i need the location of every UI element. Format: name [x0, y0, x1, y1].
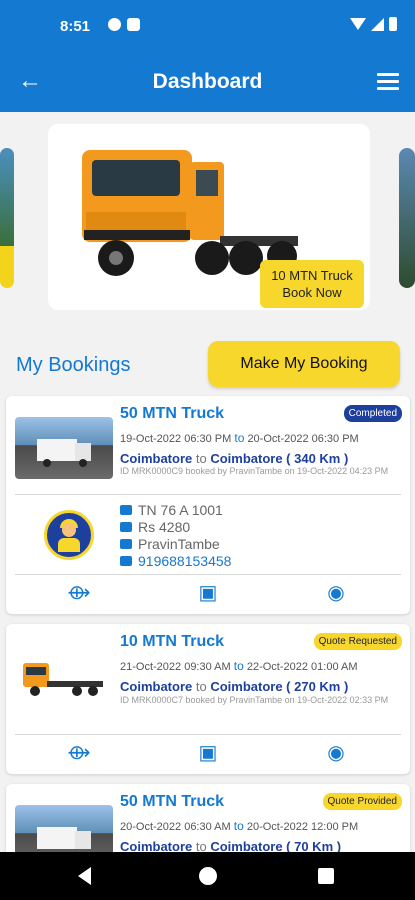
booking-card[interactable]: 10 MTN Truck Quote Requested 21-Oct-2022… [6, 624, 410, 774]
divider [15, 494, 401, 495]
bookings-header: My Bookings Make My Booking [0, 336, 415, 396]
person-icon [120, 539, 132, 549]
system-icons [350, 17, 397, 31]
trip-dates: 20-Oct-2022 06:30 AM to 20-Oct-2022 12:0… [120, 819, 358, 833]
truck-title: 10 MTN Truck [120, 633, 225, 650]
phone-icon [120, 556, 132, 566]
truck-thumbnail [15, 647, 113, 709]
add-image-icon[interactable]: ▣ [193, 578, 223, 608]
to-city: Coimbatore ( 340 Km ) [210, 451, 349, 466]
amount-row: Rs 4280 [120, 519, 190, 535]
booking-card[interactable]: 50 MTN Truck Completed 19-Oct-2022 06:30… [6, 396, 410, 614]
truck-title: 50 MTN Truck [120, 793, 225, 810]
share-icon[interactable]: ⟴ [64, 578, 94, 608]
eye-icon[interactable]: ◉ [321, 578, 351, 608]
truck-thumb-icon [37, 439, 91, 467]
phone-row[interactable]: 919688153458 [120, 553, 231, 569]
card-actions: ⟴ ▣ ◉ [6, 736, 410, 772]
to-date: 20-Oct-2022 06:30 PM [247, 433, 359, 445]
status-badge: Completed [343, 405, 402, 422]
bookings-title: My Bookings [16, 354, 131, 376]
card-actions: ⟴ ▣ ◉ [6, 576, 410, 612]
sim-icon [127, 18, 140, 31]
truck-thumb-icon [23, 663, 103, 696]
booking-meta: ID MRK0000C7 booked by PravinTambe on 19… [120, 695, 389, 705]
menu-icon[interactable] [377, 73, 399, 91]
nav-home-icon[interactable] [199, 867, 217, 885]
booking-meta: ID MRK0000C9 booked by PravinTambe on 19… [120, 466, 389, 476]
from-city: Coimbatore [120, 451, 193, 466]
trip-route: Coimbatore to Coimbatore ( 340 Km ) [120, 451, 348, 466]
truck-thumbnail [15, 417, 113, 479]
truck-title: 50 MTN Truck [120, 405, 225, 422]
money-icon [120, 522, 132, 532]
from-date: 19-Oct-2022 06:30 PM [120, 433, 232, 445]
to-city: Coimbatore ( 270 Km ) [210, 679, 349, 694]
carousel-main-card[interactable]: 10 MTN Truck Book Now [48, 124, 370, 310]
trip-route: Coimbatore to Coimbatore ( 270 Km ) [120, 679, 348, 694]
driver-row: PravinTambe [120, 536, 220, 552]
nav-recents-icon[interactable] [318, 868, 334, 884]
to-word: to [233, 659, 244, 673]
from-city: Coimbatore [120, 679, 193, 694]
phone-number[interactable]: 919688153458 [138, 553, 231, 569]
notification-icons [108, 18, 140, 31]
divider [15, 574, 401, 575]
status-badge: Quote Provided [322, 793, 402, 810]
book-now-badge[interactable]: 10 MTN Truck Book Now [260, 260, 364, 308]
app-notification-icon [108, 18, 121, 31]
wifi-icon [350, 18, 366, 30]
signal-icon [371, 17, 384, 31]
truck-icon [120, 505, 132, 515]
carousel-prev-card[interactable] [0, 148, 14, 288]
make-booking-button[interactable]: Make My Booking [208, 341, 400, 387]
status-bar: 8:51 [0, 0, 415, 54]
route-to: to [195, 451, 207, 466]
route-to: to [195, 679, 207, 694]
page-title: Dashboard [152, 70, 263, 93]
eye-icon[interactable]: ◉ [321, 738, 351, 768]
promo-carousel[interactable]: 10 MTN Truck Book Now [0, 112, 415, 312]
amount: Rs 4280 [138, 519, 191, 535]
to-word: to [234, 431, 245, 445]
app-bar: ← Dashboard [0, 54, 415, 112]
trip-dates: 19-Oct-2022 06:30 PM to 20-Oct-2022 06:3… [120, 431, 359, 445]
trip-dates: 21-Oct-2022 09:30 AM to 22-Oct-2022 01:0… [120, 659, 358, 673]
badge-line1: 10 MTN Truck [271, 268, 353, 283]
vehicle-number-row: TN 76 A 1001 [120, 502, 223, 518]
add-image-icon[interactable]: ▣ [193, 738, 223, 768]
badge-line2: Book Now [282, 285, 342, 300]
to-date: 20-Oct-2022 12:00 PM [246, 821, 359, 833]
vehicle-number: TN 76 A 1001 [138, 502, 223, 518]
system-nav-bar [0, 852, 415, 900]
driver-avatar [44, 510, 94, 560]
carousel-next-card[interactable] [399, 148, 415, 288]
battery-icon [389, 17, 397, 31]
from-date: 21-Oct-2022 09:30 AM [120, 661, 231, 673]
nav-back-icon[interactable] [78, 867, 91, 885]
status-time: 8:51 [60, 18, 91, 35]
from-date: 20-Oct-2022 06:30 AM [120, 821, 231, 833]
status-badge: Quote Requested [313, 633, 402, 650]
to-date: 22-Oct-2022 01:00 AM [246, 661, 358, 673]
share-icon[interactable]: ⟴ [64, 738, 94, 768]
divider [15, 734, 401, 735]
driver-name: PravinTambe [138, 536, 220, 552]
to-word: to [233, 819, 244, 833]
